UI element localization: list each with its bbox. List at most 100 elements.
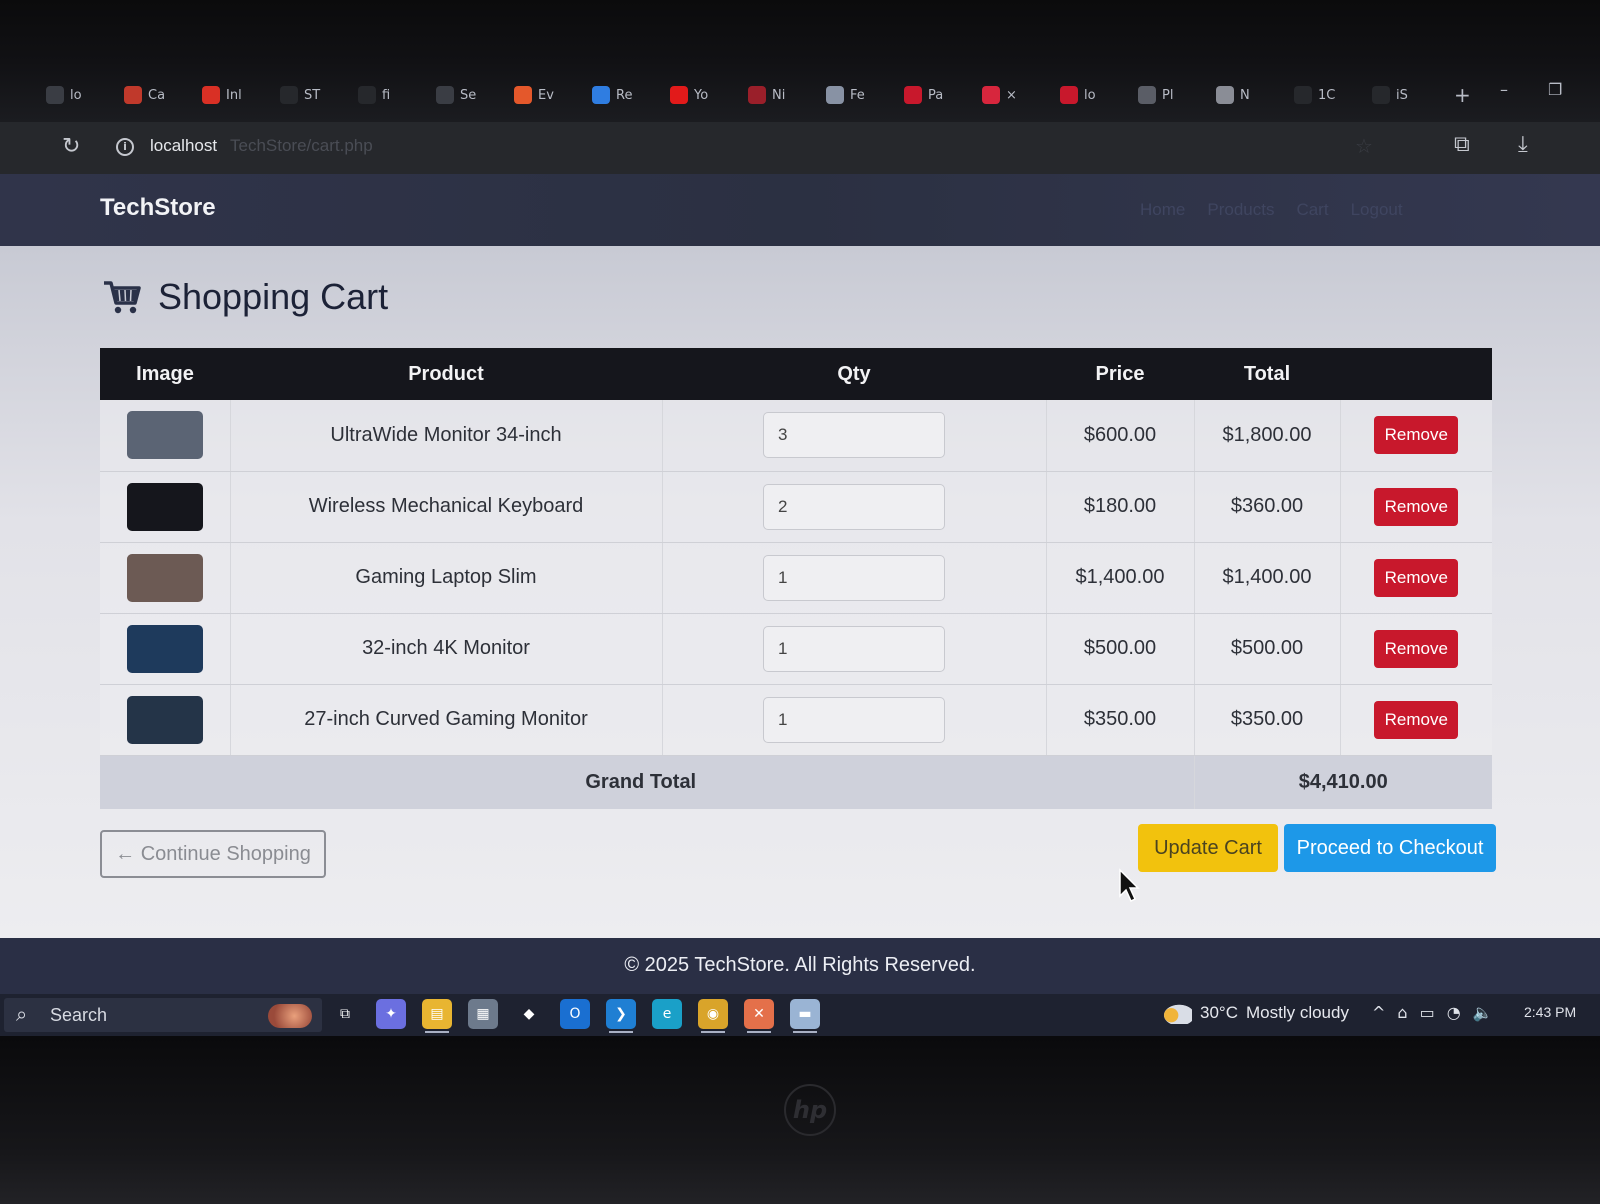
site-info-icon[interactable]: i	[116, 138, 134, 156]
url-host[interactable]: localhost	[150, 136, 217, 156]
remove-button[interactable]: Remove	[1374, 558, 1459, 597]
taskbar-clock[interactable]: 2:43 PM	[1524, 1004, 1576, 1020]
browser-tab[interactable]: fi	[352, 80, 426, 110]
browser-tab[interactable]: iS	[1366, 80, 1440, 110]
browser-tab[interactable]: Ev	[508, 80, 582, 110]
wifi-icon[interactable]: ◔	[1447, 1003, 1461, 1022]
download-icon[interactable]: ⤓	[1518, 132, 1528, 157]
terminal-icon[interactable]: ▬	[790, 999, 820, 1033]
cell-product: UltraWide Monitor 34-inch	[230, 400, 663, 472]
cart-row: 32-inch 4K Monitor $500.00$500.00 Remove	[100, 613, 1492, 685]
browser-tab[interactable]: Fe	[820, 80, 894, 110]
nav-logout[interactable]: Logout	[1351, 200, 1403, 220]
tab-label: Ca	[148, 87, 166, 103]
search-icon: ⌕	[16, 1002, 28, 1026]
tab-favicon-icon	[436, 86, 454, 104]
browser-tab[interactable]: lo	[40, 80, 114, 110]
xampp-icon[interactable]: ✕	[744, 999, 774, 1033]
browser-tab[interactable]: Pl	[1132, 80, 1206, 110]
laptop-bezel: hp	[0, 1036, 1600, 1204]
tab-favicon-icon	[1372, 86, 1390, 104]
new-tab-button[interactable]: +	[1454, 83, 1471, 107]
continue-shopping-button[interactable]: ← Continue Shopping	[100, 830, 326, 878]
tab-label: Fe	[850, 87, 865, 103]
update-cart-button[interactable]: Update Cart	[1138, 824, 1278, 872]
remove-button[interactable]: Remove	[1374, 700, 1459, 739]
vscode-icon[interactable]: ❯	[606, 999, 636, 1033]
tab-favicon-icon	[202, 86, 220, 104]
volume-icon[interactable]: 🔈	[1473, 1003, 1493, 1022]
copilot-icon[interactable]: ✦	[376, 999, 406, 1029]
cell-product: 32-inch 4K Monitor	[230, 613, 663, 685]
app-icon[interactable]: ◆	[514, 999, 544, 1029]
remove-button[interactable]: Remove	[1374, 416, 1459, 455]
nav-home[interactable]: Home	[1140, 200, 1185, 220]
tab-favicon-icon	[358, 86, 376, 104]
browser-tab[interactable]: N	[1210, 80, 1284, 110]
tab-label: ×	[1006, 87, 1017, 103]
cell-action: Remove	[1340, 400, 1492, 472]
product-thumbnail	[126, 624, 203, 673]
cell-qty	[662, 542, 1047, 614]
restore-button[interactable]: ❐	[1548, 80, 1562, 99]
browser-tab-strip: lo Ca Inl ST fi Se Ev Re Yo Ni Fe Pa × lo Pl N 1C iS + – ❐	[0, 0, 1600, 122]
browser-tab[interactable]: Ca	[118, 80, 192, 110]
url-path[interactable]: TechStore/cart.php	[230, 136, 373, 156]
task-view-icon[interactable]: ⧉	[330, 999, 360, 1029]
hp-logo: hp	[784, 1084, 836, 1136]
browser-tab[interactable]: Se	[430, 80, 504, 110]
browser-tab[interactable]: Ni	[742, 80, 816, 110]
browser-tab[interactable]: ×	[976, 80, 1050, 110]
browser-tab[interactable]: Inl	[196, 80, 270, 110]
chrome-icon[interactable]: ◉	[698, 999, 728, 1033]
cell-action: Remove	[1340, 613, 1492, 685]
main-content: Shopping Cart Image Product Qty Price To…	[0, 246, 1600, 938]
qty-input[interactable]	[763, 483, 945, 530]
browser-tab[interactable]: Yo	[664, 80, 738, 110]
qty-input[interactable]	[763, 696, 945, 743]
bookmark-star-icon[interactable]: ☆	[1355, 134, 1373, 158]
browser-tab[interactable]: Re	[586, 80, 660, 110]
outlook-icon[interactable]: O	[560, 999, 590, 1029]
qty-input[interactable]	[763, 554, 945, 601]
cell-action: Remove	[1340, 684, 1492, 756]
browser-tab[interactable]: 1C	[1288, 80, 1362, 110]
minimize-button[interactable]: –	[1500, 80, 1508, 99]
brand-logo[interactable]: TechStore	[100, 194, 216, 222]
show-hidden-icons[interactable]: ^	[1372, 1003, 1385, 1022]
tab-favicon-icon	[124, 86, 142, 104]
reload-icon[interactable]: ↻	[62, 134, 80, 159]
qty-input[interactable]	[763, 625, 945, 672]
extensions-icon[interactable]: ⧉	[1454, 132, 1470, 157]
edge-icon[interactable]: e	[652, 999, 682, 1029]
tab-label: Pl	[1162, 87, 1174, 103]
tab-favicon-icon	[826, 86, 844, 104]
proceed-to-checkout-button[interactable]: Proceed to Checkout	[1284, 824, 1496, 872]
browser-tab[interactable]: Pa	[898, 80, 972, 110]
tab-label: N	[1240, 87, 1250, 103]
nav-cart[interactable]: Cart	[1296, 200, 1328, 220]
cell-price: $180.00	[1046, 471, 1195, 543]
remove-button[interactable]: Remove	[1374, 487, 1459, 526]
taskbar-apps: ⧉ ✦ ▤ ▦ ◆ O ❯ e ◉ ✕ ▬	[330, 999, 820, 1033]
battery-icon[interactable]: ▭	[1420, 1003, 1435, 1022]
cell-price: $600.00	[1046, 400, 1195, 472]
store-icon[interactable]: ▦	[468, 999, 498, 1029]
nav-links: Home Products Cart Logout	[1140, 200, 1403, 220]
weather-widget[interactable]: 30°C Mostly cloudy	[1160, 1002, 1349, 1024]
qty-input[interactable]	[763, 412, 945, 459]
browser-tab[interactable]: lo	[1054, 80, 1128, 110]
remove-button[interactable]: Remove	[1374, 629, 1459, 668]
tab-label: Yo	[694, 87, 709, 103]
tab-list: lo Ca Inl ST fi Se Ev Re Yo Ni Fe Pa × lo Pl N 1C iS +	[40, 78, 1471, 112]
site-navbar: TechStore Home Products Cart Logout	[0, 174, 1600, 246]
nav-products[interactable]: Products	[1207, 200, 1274, 220]
taskbar-search[interactable]: ⌕ Search	[4, 998, 322, 1032]
file-explorer-icon[interactable]: ▤	[422, 999, 452, 1033]
mouse-cursor-icon	[1119, 868, 1140, 903]
meet-icon[interactable]: ⌂	[1397, 1003, 1407, 1022]
browser-tab[interactable]: ST	[274, 80, 348, 110]
grand-total-value: $4,410.00	[1194, 755, 1492, 809]
tab-favicon-icon	[1294, 86, 1312, 104]
grand-total-label: Grand Total	[100, 755, 1195, 809]
